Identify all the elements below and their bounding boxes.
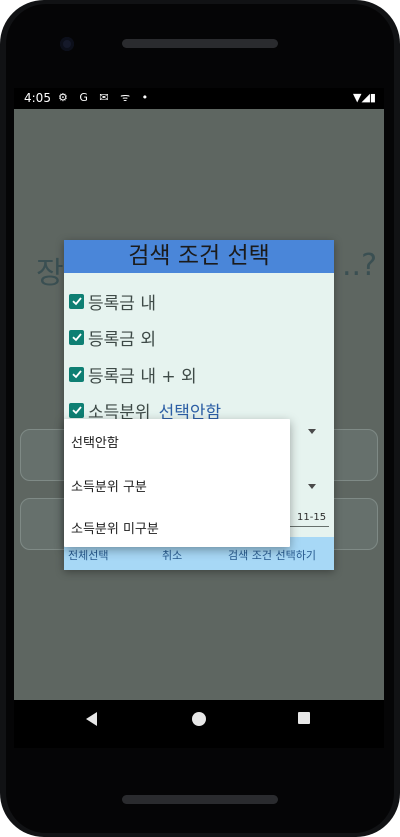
android-navigation-bar: [14, 700, 384, 748]
income-level-dropdown-menu: 선택안함 소득분위 구분 소득분위 미구분: [64, 419, 290, 547]
bottom-speaker: [122, 795, 278, 804]
notification-icons: ⚙ G ✉ ᯤ •: [58, 91, 153, 104]
top-speaker: [122, 39, 278, 48]
home-icon[interactable]: [192, 712, 206, 726]
system-status-icons: ▼◢▮: [353, 91, 376, 104]
recent-apps-icon[interactable]: [298, 712, 310, 724]
cancel-button[interactable]: 취소: [162, 547, 182, 563]
date-field-text[interactable]: 11-15: [297, 512, 326, 523]
dropdown-arrow-icon[interactable]: [308, 429, 316, 434]
tuition-outside-checkbox-row[interactable]: 등록금 외: [69, 325, 156, 350]
background-title: 장: [36, 256, 64, 291]
dialog-title: 검색 조건 선택: [64, 240, 334, 273]
dropdown-option[interactable]: 선택안함: [71, 432, 119, 451]
back-icon[interactable]: [86, 712, 97, 726]
select-all-button[interactable]: 전체선택: [68, 547, 108, 563]
status-bar: 4:05 ⚙ G ✉ ᯤ • ▼◢▮: [14, 88, 384, 109]
background-title-end: ..?: [342, 248, 377, 283]
checkbox-checked-icon[interactable]: [69, 293, 84, 309]
dropdown-option[interactable]: 소득분위 미구분: [71, 518, 159, 537]
checkbox-checked-icon[interactable]: [69, 329, 84, 345]
checkbox-checked-icon[interactable]: [69, 402, 84, 418]
checkbox-label: 등록금 내: [88, 293, 156, 314]
date-field-underline: [289, 526, 329, 527]
status-time: 4:05: [24, 91, 51, 105]
dropdown-arrow-icon[interactable]: [308, 484, 316, 489]
front-camera: [60, 37, 74, 51]
checkbox-label: 등록금 내 + 외: [88, 366, 197, 387]
phone-frame: 4:05 ⚙ G ✉ ᯤ • ▼◢▮ 장 ..? 검색 조건 선택 등록금 내 …: [0, 0, 400, 837]
tuition-inside-checkbox-row[interactable]: 등록금 내: [69, 289, 156, 314]
apply-search-conditions-button[interactable]: 검색 조건 선택하기: [228, 547, 316, 563]
tuition-both-checkbox-row[interactable]: 등록금 내 + 외: [69, 362, 197, 387]
app-screen: 4:05 ⚙ G ✉ ᯤ • ▼◢▮ 장 ..? 검색 조건 선택 등록금 내 …: [14, 88, 384, 748]
checkbox-label: 등록금 외: [88, 329, 156, 350]
checkbox-checked-icon[interactable]: [69, 366, 84, 382]
dropdown-option[interactable]: 소득분위 구분: [71, 476, 147, 495]
